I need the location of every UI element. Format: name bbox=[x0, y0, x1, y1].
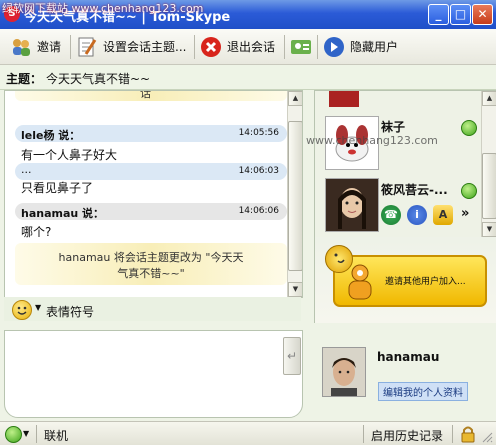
toolbar-divider bbox=[284, 35, 285, 59]
emoticon-bar: ▼ 表情符号 bbox=[4, 297, 301, 321]
add-participant-label: 邀请其他用户加入... bbox=[385, 277, 466, 287]
watermark-top: 绿软网下载站 www.chenhang123.com bbox=[2, 2, 204, 15]
invite-label: 邀请 bbox=[37, 40, 62, 54]
scroll-up-icon[interactable]: ▲ bbox=[482, 91, 496, 106]
participant-name: 袜子 bbox=[381, 120, 406, 134]
edit-note-icon bbox=[76, 36, 98, 58]
contacts-toggle-button[interactable] bbox=[290, 33, 317, 60]
emoticon-label[interactable]: 表情符号 bbox=[46, 303, 94, 320]
message-sender: lele杨 说： bbox=[21, 129, 81, 142]
info-icon[interactable]: i bbox=[407, 205, 427, 225]
message-input[interactable]: ↵ bbox=[4, 330, 303, 418]
toolbar: 邀请 设置会话主题... 退出会话 隐藏用户 bbox=[0, 29, 496, 65]
woman-avatar bbox=[325, 178, 379, 232]
contact-card-icon bbox=[290, 36, 312, 58]
chevron-down-icon[interactable]: ▼ bbox=[35, 303, 41, 312]
online-state-label: 联机 bbox=[44, 429, 69, 443]
history-toggle[interactable]: 启用历史记录 bbox=[371, 427, 443, 444]
edit-profile-link[interactable]: 编辑我的个人资料 bbox=[378, 382, 468, 401]
close-button[interactable]: ✕ bbox=[472, 4, 493, 25]
scroll-up-icon[interactable]: ▲ bbox=[288, 91, 302, 106]
scroll-thumb[interactable] bbox=[288, 121, 302, 271]
more-options-icon[interactable]: » bbox=[461, 206, 469, 221]
chat-history[interactable]: 话 lele杨 说： 14:05:56 有一个人鼻子好大 ... 14:06:0… bbox=[4, 90, 303, 298]
status-divider bbox=[36, 425, 37, 443]
online-status-icon[interactable] bbox=[5, 426, 22, 443]
close-circle-icon bbox=[200, 36, 222, 58]
arrow-right-circle-icon bbox=[323, 36, 345, 58]
message-sender: hanamau 说： bbox=[21, 207, 105, 220]
topic-change-notice: hanamau 将会话主题更改为 "今天天 气真不错~~" bbox=[15, 243, 287, 285]
message-header: hanamau 说： 14:06:06 bbox=[15, 203, 287, 220]
send-arrow-icon[interactable]: ↵ bbox=[283, 337, 301, 375]
status-bar: ▼ 联机 启用历史记录 bbox=[0, 421, 496, 445]
message-header: lele杨 说： 14:05:56 bbox=[15, 125, 287, 142]
call-icon[interactable]: ☎ bbox=[381, 205, 401, 225]
participant-name: 筱风菩云-... bbox=[381, 183, 448, 197]
scroll-thumb[interactable] bbox=[482, 153, 496, 219]
message-text: 有一个人鼻子好大 bbox=[21, 148, 118, 162]
my-avatar bbox=[322, 347, 366, 397]
toolbar-divider bbox=[70, 35, 71, 59]
participants-panel: 袜子 筱风菩云-... ☎ i A » ▲ ▼ bbox=[314, 90, 496, 238]
watermark-mid: www.chenhang123.com bbox=[306, 134, 438, 147]
notice-partial: 话 bbox=[15, 90, 287, 101]
topic-label: 主题： bbox=[6, 72, 43, 86]
notice-text-line1: hanamau 将会话主题更改为 "今天天 bbox=[58, 251, 244, 264]
add-participant-panel: 邀请其他用户加入... bbox=[314, 237, 496, 324]
set-topic-button[interactable]: 设置会话主题... bbox=[76, 33, 186, 60]
my-username: hanamau bbox=[377, 350, 440, 364]
title-bar: S 今天天气真不错~~ | Tom-Skype 绿软网下载站 www.chenh… bbox=[0, 0, 496, 29]
scroll-down-icon[interactable]: ▼ bbox=[482, 222, 496, 237]
message-text: 哪个? bbox=[21, 225, 52, 239]
hide-users-button[interactable]: 隐藏用户 bbox=[323, 33, 398, 60]
online-status-icon bbox=[461, 120, 477, 136]
set-topic-label: 设置会话主题... bbox=[103, 40, 187, 54]
topic-bar: 主题： 今天天气真不错~~ bbox=[0, 65, 496, 90]
smiley-icon[interactable] bbox=[12, 300, 32, 320]
toolbar-divider bbox=[317, 35, 318, 59]
leave-chat-button[interactable]: 退出会话 bbox=[200, 33, 275, 60]
status-divider bbox=[363, 425, 364, 443]
participant-card[interactable]: 筱风菩云-... ☎ i A » bbox=[319, 175, 477, 232]
toolbar-divider bbox=[194, 35, 195, 59]
message-header: ... 14:06:03 bbox=[15, 163, 287, 180]
chat-scrollbar[interactable]: ▲ ▼ bbox=[287, 91, 302, 297]
leave-chat-label: 退出会话 bbox=[227, 40, 276, 54]
status-divider bbox=[452, 425, 453, 443]
resize-grip-icon[interactable] bbox=[482, 432, 493, 443]
message-text: 只看见鼻子了 bbox=[21, 181, 94, 195]
file-send-icon[interactable]: A bbox=[433, 205, 453, 225]
smiley-speech-icon bbox=[325, 245, 353, 273]
notice-text-line2: 气真不错~~" bbox=[117, 267, 185, 280]
minimize-button[interactable]: _ bbox=[428, 4, 449, 25]
scroll-down-icon[interactable]: ▼ bbox=[288, 282, 302, 297]
partial-avatar bbox=[329, 91, 359, 107]
topic-value: 今天天气真不错~~ bbox=[46, 72, 151, 86]
message-time: 14:06:06 bbox=[238, 206, 279, 216]
invite-button[interactable]: 邀请 bbox=[10, 33, 61, 60]
add-participant-button[interactable]: 邀请其他用户加入... bbox=[333, 255, 487, 307]
lock-icon bbox=[460, 425, 476, 443]
message-sender: ... bbox=[21, 163, 32, 176]
maximize-button[interactable]: □ bbox=[450, 4, 471, 25]
notice-partial-text: 话 bbox=[140, 90, 151, 100]
hide-users-label: 隐藏用户 bbox=[350, 40, 399, 54]
chevron-down-icon[interactable]: ▼ bbox=[23, 429, 29, 438]
message-time: 14:06:03 bbox=[238, 166, 279, 176]
invite-users-icon bbox=[10, 36, 32, 58]
online-status-icon bbox=[461, 183, 477, 199]
skype-chat-window: S 今天天气真不错~~ | Tom-Skype 绿软网下载站 www.chenh… bbox=[0, 0, 496, 445]
participants-scrollbar[interactable]: ▲ ▼ bbox=[481, 91, 496, 237]
message-time: 14:05:56 bbox=[238, 128, 279, 138]
